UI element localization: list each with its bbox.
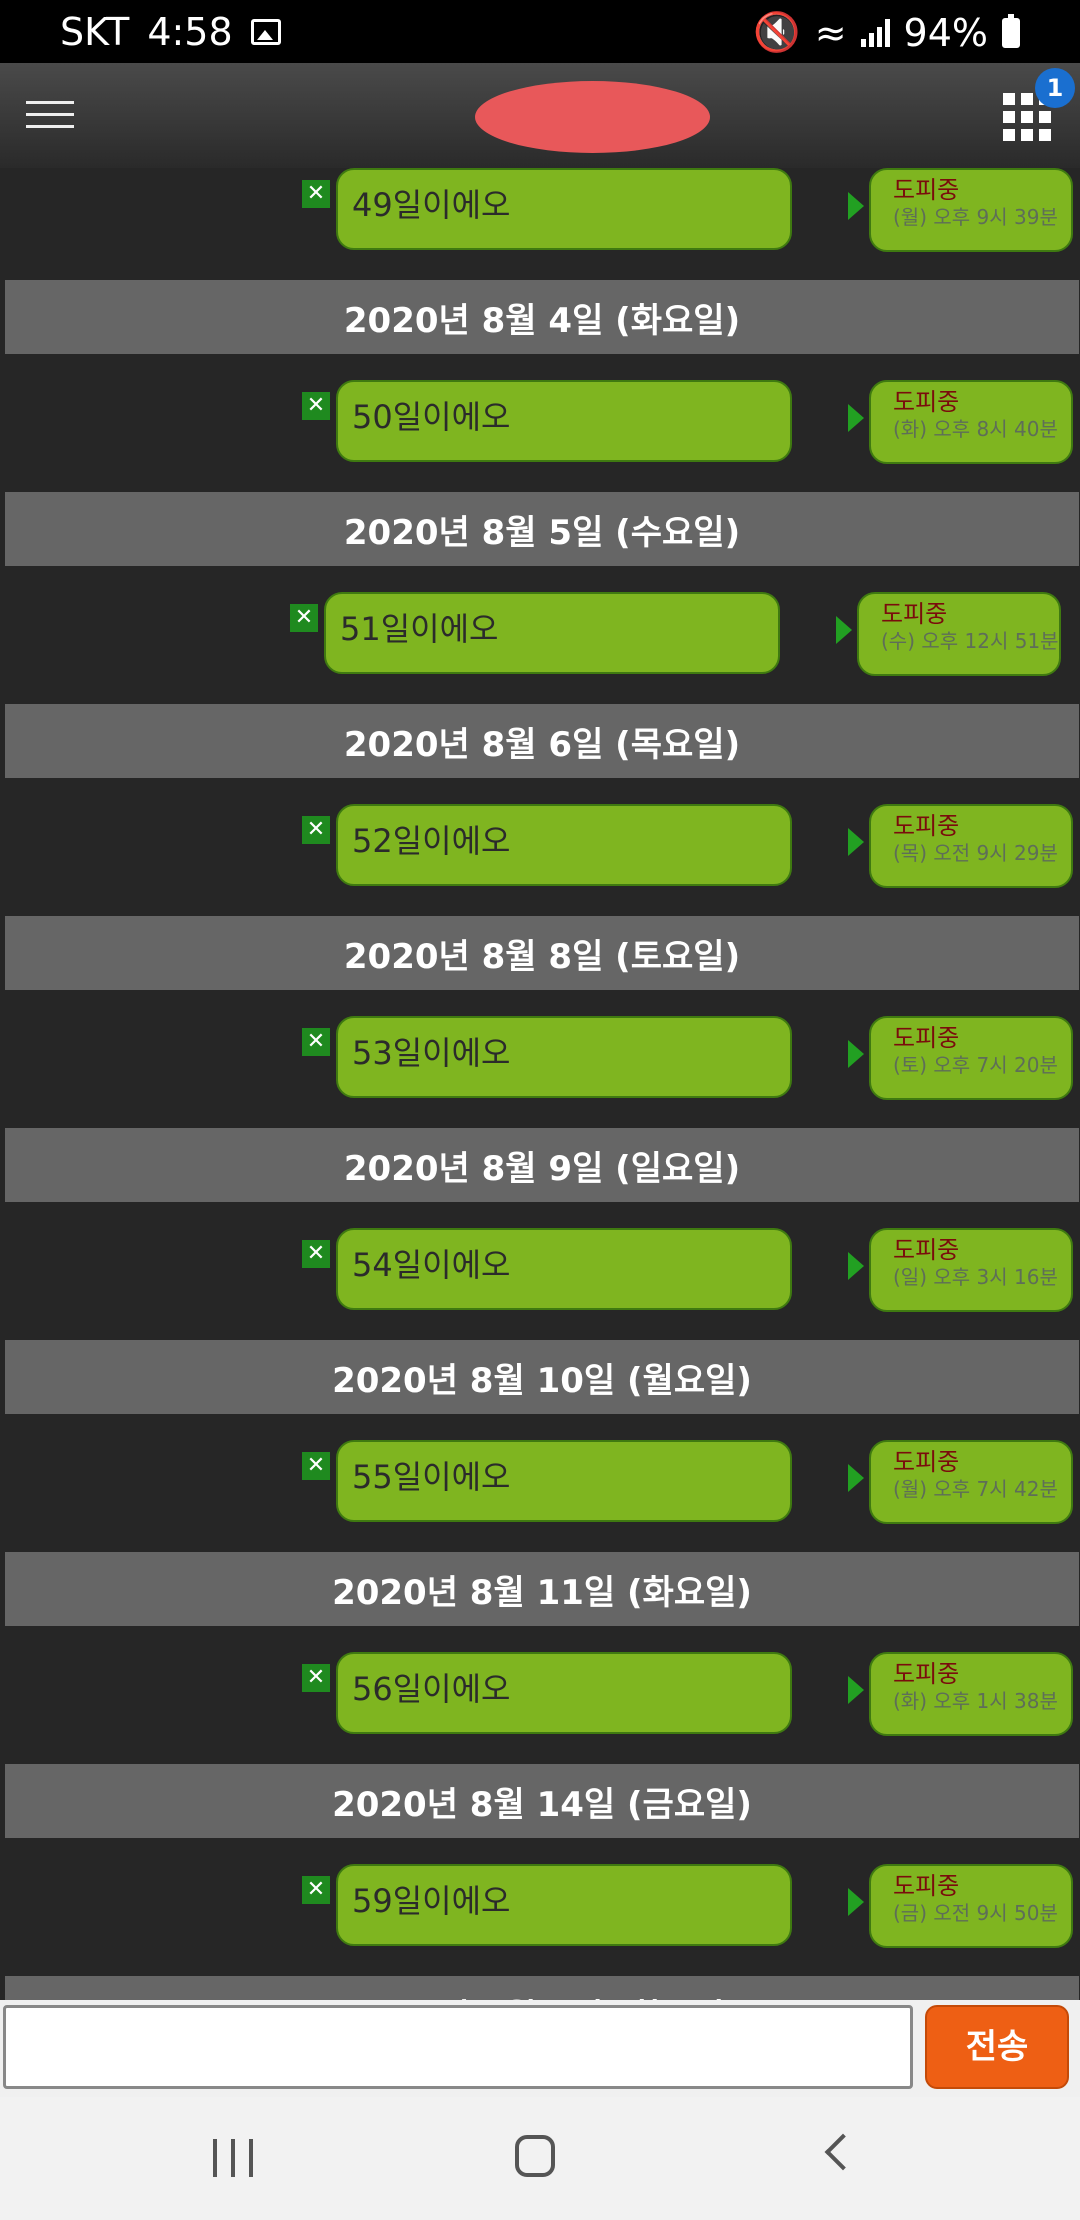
message-bubble[interactable]: 52일이에오 [336, 804, 792, 886]
date-separator: 2020년 8월 6일 (목요일) [5, 704, 1079, 778]
arrow-icon [848, 192, 864, 220]
status-bar: SKT 4:58 🔇 ≈ 94% [0, 0, 1080, 63]
mute-vibrate-icon: 🔇 [753, 10, 801, 54]
date-separator: 2021년 6월 1일 (화요일) [5, 1976, 1079, 2000]
delete-icon[interactable]: ✕ [302, 392, 330, 420]
status-text: 도피중 [893, 812, 960, 840]
menu-icon[interactable] [26, 101, 78, 131]
arrow-icon [848, 1888, 864, 1916]
date-separator: 2020년 8월 5일 (수요일) [5, 492, 1079, 566]
message-bubble[interactable]: 53일이에오 [336, 1016, 792, 1098]
delete-icon[interactable]: ✕ [302, 1240, 330, 1268]
status-box: 도피중 (월) 오후 9시 39분 [869, 168, 1073, 252]
message-bubble[interactable]: 54일이에오 [336, 1228, 792, 1310]
status-time: (화) 오후 8시 40분 [893, 417, 1058, 441]
arrow-icon [848, 1252, 864, 1280]
delete-icon[interactable]: ✕ [302, 1664, 330, 1692]
status-text: 도피중 [893, 388, 960, 416]
status-time: (수) 오후 12시 51분 [881, 629, 1059, 653]
status-text: 도피중 [893, 1872, 960, 1900]
battery-icon [1002, 13, 1020, 48]
clock: 4:58 [147, 10, 233, 54]
status-box: 도피중 (화) 오후 1시 38분 [869, 1652, 1073, 1736]
redacted-title [475, 81, 710, 153]
status-time: (월) 오후 7시 42분 [893, 1477, 1058, 1501]
status-box: 도피중 (화) 오후 8시 40분 [869, 380, 1073, 464]
status-text: 도피중 [893, 1024, 960, 1052]
message-input[interactable] [3, 2005, 913, 2089]
status-time: (월) 오후 9시 39분 [893, 205, 1058, 229]
message-feed[interactable]: ✕ 49일이에오 도피중 (월) 오후 9시 39분 2020년 8월 4일 (화요일)… [0, 168, 1080, 2000]
arrow-icon [848, 1676, 864, 1704]
status-text: 도피중 [881, 600, 948, 628]
carrier-label: SKT [60, 10, 130, 54]
arrow-icon [848, 1464, 864, 1492]
navigation-bar [0, 2097, 1080, 2220]
date-separator: 2020년 8월 10일 (월요일) [5, 1340, 1079, 1414]
recent-apps-icon[interactable] [213, 2139, 253, 2177]
status-time: (토) 오후 7시 20분 [893, 1053, 1058, 1077]
delete-icon[interactable]: ✕ [302, 1452, 330, 1480]
status-time: (화) 오후 1시 38분 [893, 1689, 1058, 1713]
wifi-icon: ≈ [814, 10, 847, 55]
status-text: 도피중 [893, 1660, 960, 1688]
send-button[interactable]: 전송 [925, 2005, 1069, 2089]
status-box: 도피중 (일) 오후 3시 16분 [869, 1228, 1073, 1312]
notification-badge: 1 [1035, 68, 1075, 108]
message-bubble[interactable]: 59일이에오 [336, 1864, 792, 1946]
status-box: 도피중 (목) 오전 9시 29분 [869, 804, 1073, 888]
status-box: 도피중 (월) 오후 7시 42분 [869, 1440, 1073, 1524]
status-text: 도피중 [893, 1448, 960, 1476]
battery-percent: 94% [903, 10, 988, 55]
status-time: (금) 오전 9시 50분 [893, 1901, 1058, 1925]
message-bubble[interactable]: 49일이에오 [336, 168, 792, 250]
message-bubble[interactable]: 51일이에오 [324, 592, 780, 674]
app-header: 1 [0, 63, 1080, 168]
status-time: (목) 오전 9시 29분 [893, 841, 1058, 865]
status-text: 도피중 [893, 176, 960, 204]
arrow-icon [848, 828, 864, 856]
delete-icon[interactable]: ✕ [290, 604, 318, 632]
status-box: 도피중 (금) 오전 9시 50분 [869, 1864, 1073, 1948]
delete-icon[interactable]: ✕ [302, 1028, 330, 1056]
home-icon[interactable] [515, 2135, 555, 2177]
back-icon[interactable] [824, 2133, 862, 2171]
arrow-icon [836, 616, 852, 644]
status-box: 도피중 (토) 오후 7시 20분 [869, 1016, 1073, 1100]
arrow-icon [848, 404, 864, 432]
composer: 전송 [0, 2000, 1080, 2097]
delete-icon[interactable]: ✕ [302, 180, 330, 208]
date-separator: 2020년 8월 9일 (일요일) [5, 1128, 1079, 1202]
signal-icon [860, 18, 890, 47]
image-notification-icon [250, 19, 281, 45]
status-text: 도피중 [893, 1236, 960, 1264]
message-bubble[interactable]: 50일이에오 [336, 380, 792, 462]
message-bubble[interactable]: 55일이에오 [336, 1440, 792, 1522]
date-separator: 2020년 8월 14일 (금요일) [5, 1764, 1079, 1838]
status-time: (일) 오후 3시 16분 [893, 1265, 1058, 1289]
status-box: 도피중 (수) 오후 12시 51분 [857, 592, 1061, 676]
delete-icon[interactable]: ✕ [302, 816, 330, 844]
message-bubble[interactable]: 56일이에오 [336, 1652, 792, 1734]
date-separator: 2020년 8월 8일 (토요일) [5, 916, 1079, 990]
delete-icon[interactable]: ✕ [302, 1876, 330, 1904]
arrow-icon [848, 1040, 864, 1068]
date-separator: 2020년 8월 4일 (화요일) [5, 280, 1079, 354]
date-separator: 2020년 8월 11일 (화요일) [5, 1552, 1079, 1626]
